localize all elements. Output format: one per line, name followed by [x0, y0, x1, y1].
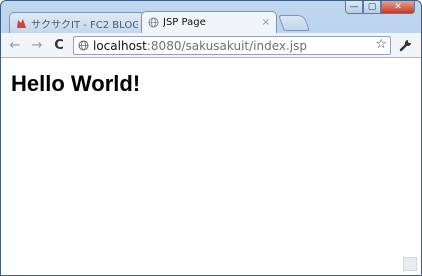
minimize-button[interactable]: —: [345, 1, 363, 14]
page-content: Hello World!: [1, 58, 421, 275]
window-controls: — ▢ ✕: [345, 1, 415, 15]
url-path: :8080/sakusakuit/index.jsp: [146, 38, 308, 53]
tab-title: サクサクIT - FC2 BLOG (: [31, 19, 138, 31]
tab-close-icon[interactable]: ×: [262, 17, 270, 28]
tab-fc2-blog[interactable]: サクサクIT - FC2 BLOG (: [9, 12, 145, 33]
page-heading: Hello World!: [11, 71, 141, 96]
back-button[interactable]: ←: [7, 37, 23, 53]
page-globe-icon: [78, 40, 89, 51]
tab-jsp-page[interactable]: JSP Page ×: [141, 11, 277, 33]
wrench-icon[interactable]: [399, 38, 413, 52]
fc2-favicon-icon: [17, 18, 26, 28]
toolbar: ← → C localhost:8080/sakusakuit/index.js…: [1, 33, 421, 58]
globe-icon: [148, 17, 159, 28]
address-bar[interactable]: localhost:8080/sakusakuit/index.jsp ☆: [73, 36, 391, 55]
maximize-button[interactable]: ▢: [363, 1, 381, 14]
reload-button[interactable]: C: [51, 37, 67, 53]
forward-button[interactable]: →: [29, 37, 45, 53]
close-button[interactable]: ✕: [381, 1, 415, 14]
browser-window: — ▢ ✕ サクサクIT - FC2 BLOG ( JSP Page × ← →…: [0, 0, 422, 276]
tab-title: JSP Page: [163, 17, 206, 28]
tab-strip: サクサクIT - FC2 BLOG ( JSP Page ×: [9, 11, 310, 33]
bookmark-star-icon[interactable]: ☆: [375, 37, 387, 52]
resize-grip[interactable]: [403, 257, 417, 271]
new-tab-button[interactable]: [278, 15, 310, 31]
url-host: localhost: [93, 38, 147, 53]
